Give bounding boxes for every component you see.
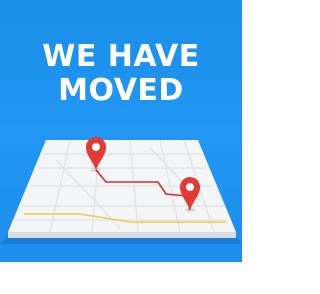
bottom-band [0, 262, 242, 294]
map-illustration [0, 137, 242, 244]
moved-announcement-card: WE HAVE MOVED [0, 0, 242, 294]
map-edge [8, 232, 236, 238]
